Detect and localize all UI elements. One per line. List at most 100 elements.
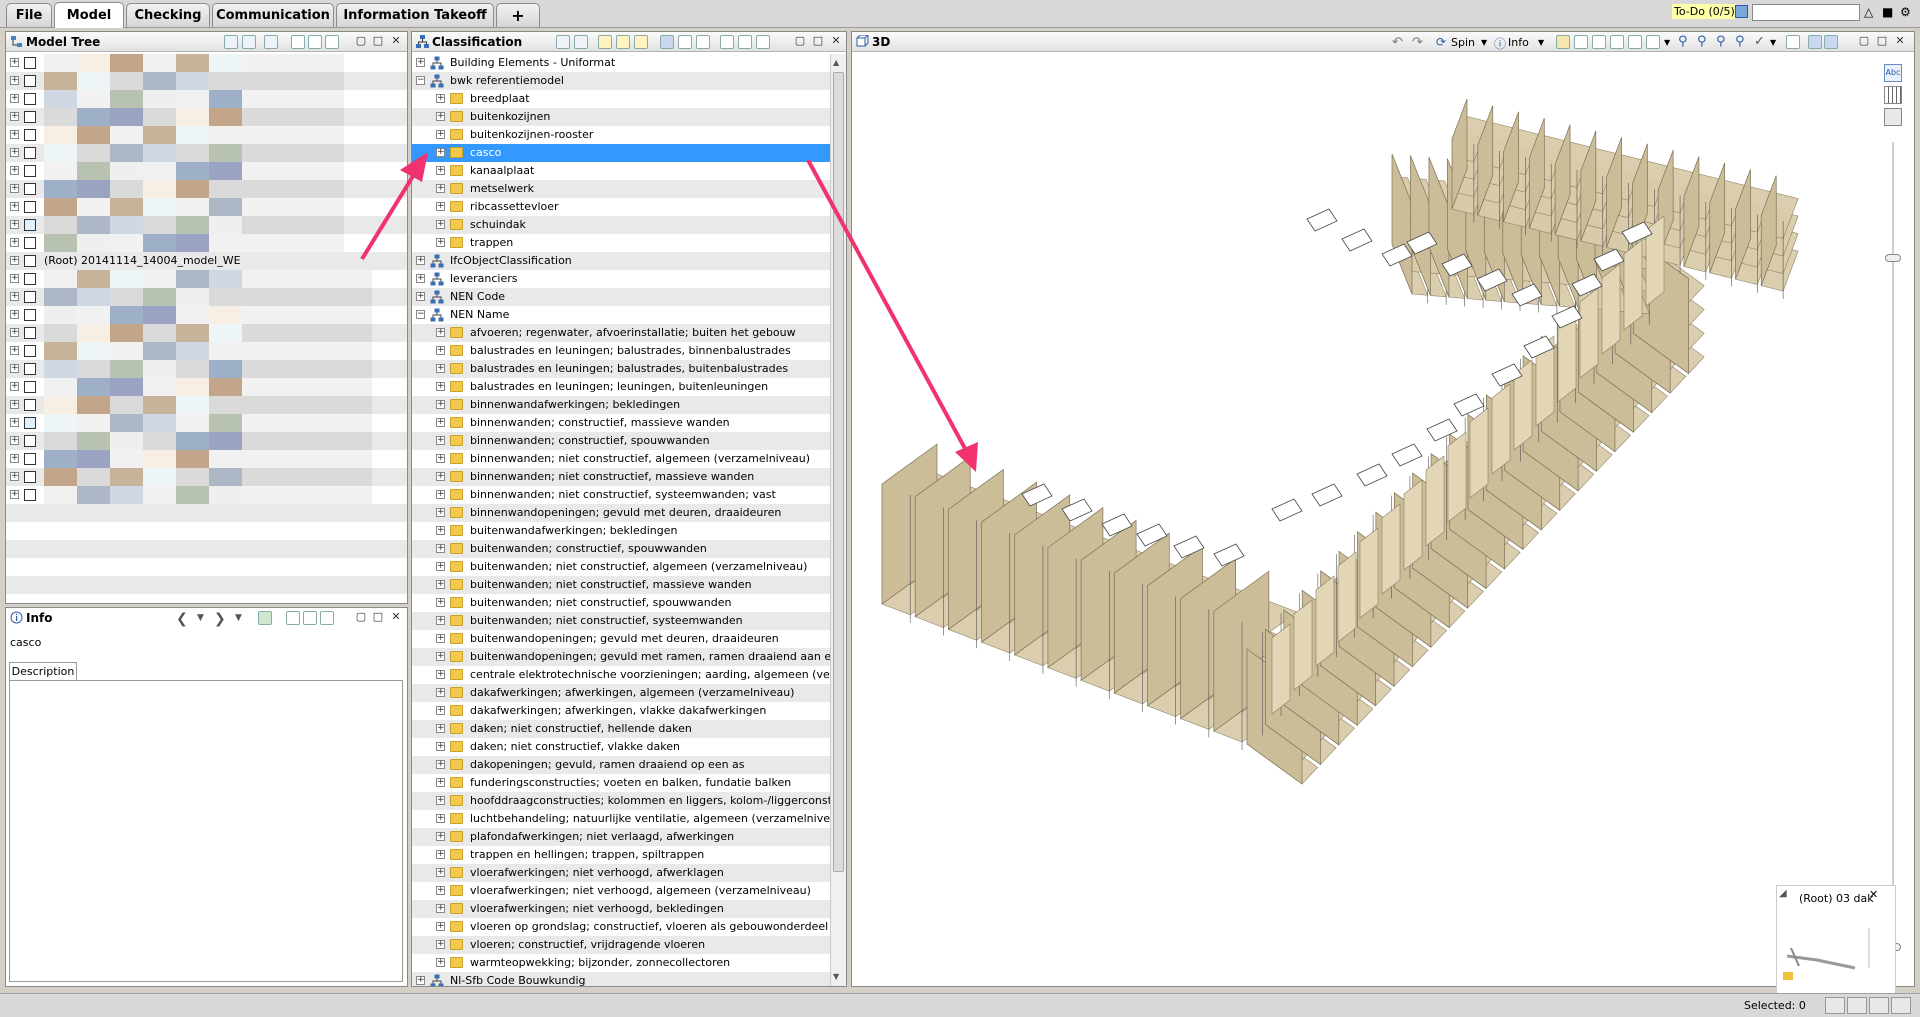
expand-toggle-icon[interactable]: + (10, 238, 19, 247)
tree-sort-icon[interactable] (242, 35, 256, 49)
open-folder-icon[interactable] (616, 35, 630, 49)
new-folder-icon[interactable] (598, 35, 612, 49)
classification-item[interactable]: + funderingsconstructies; voeten en balke… (412, 774, 830, 792)
model-tree-item[interactable]: + (6, 468, 407, 486)
model-tree-item[interactable]: + (6, 306, 407, 324)
collapse-icon[interactable] (325, 35, 339, 49)
zoom-slider-thumb[interactable] (1885, 254, 1901, 262)
cls-close-icon[interactable]: ✕ (830, 35, 842, 47)
classification-item[interactable]: + balustrades en leuningen; leuningen, bu… (412, 378, 830, 396)
info-collapse-icon[interactable] (303, 611, 317, 625)
expand-toggle-icon[interactable]: + (10, 328, 19, 337)
layer-icon[interactable] (1824, 35, 1838, 49)
expand-toggle-icon[interactable]: + (436, 328, 445, 337)
model-tree-item[interactable]: + (6, 90, 407, 108)
classification-item[interactable]: + casco (412, 144, 830, 162)
classification-item[interactable]: + buitenkozijnen (412, 108, 830, 126)
model-tree-item[interactable]: + (6, 144, 407, 162)
classification-item[interactable]: + vloeren op grondslag; constructief, vlo… (412, 918, 830, 936)
expand-toggle-icon[interactable]: + (436, 904, 445, 913)
expand-toggle-icon[interactable]: + (10, 418, 19, 427)
classification-item[interactable]: + buitenwandopeningen; gevuld met deuren,… (412, 630, 830, 648)
model-tree-item[interactable]: + (6, 378, 407, 396)
top-search-input[interactable] (1752, 4, 1860, 21)
info-dropdown[interactable]: Info (1508, 36, 1529, 49)
expand-toggle-icon[interactable]: + (10, 130, 19, 139)
cls-expand-icon[interactable] (720, 35, 734, 49)
classification-scrollbar[interactable]: ▲ ▼ (830, 54, 846, 986)
model-tree-item[interactable]: + (6, 324, 407, 342)
info-maximize-icon[interactable]: □ (372, 611, 384, 623)
expand-toggle-icon[interactable]: + (10, 112, 19, 121)
expand-toggle-icon[interactable]: + (10, 472, 19, 481)
classification-group[interactable]: − NEN Name (412, 306, 830, 324)
scroll-thumb[interactable] (833, 72, 844, 872)
classification-group[interactable]: + Building Elements - Uniformat (412, 54, 830, 72)
expand-all-icon[interactable] (291, 35, 305, 49)
todo-button[interactable]: To-Do (0/5) (1672, 4, 1737, 19)
close-icon[interactable]: ✕ (390, 35, 402, 47)
classification-item[interactable]: + binnenwanden; niet constructief, systee… (412, 486, 830, 504)
expand-toggle-icon[interactable]: + (436, 724, 445, 733)
expand-toggle-icon[interactable]: + (436, 886, 445, 895)
expand-toggle-icon[interactable]: + (10, 310, 19, 319)
settings-icon[interactable]: ⚙ (1900, 5, 1914, 19)
expand-toggle-icon[interactable]: + (10, 76, 19, 85)
classification-item[interactable]: + balustrades en leuningen; balustrades, … (412, 360, 830, 378)
cls-maximize-icon[interactable]: □ (812, 35, 824, 47)
classification-item[interactable]: + vloerafwerkingen; niet verhoogd, afwerk… (412, 864, 830, 882)
model-tree-item[interactable]: + (6, 270, 407, 288)
expand-toggle-icon[interactable]: + (436, 400, 445, 409)
classification-group[interactable]: + IfcObjectClassification (412, 252, 830, 270)
classification-item[interactable]: + afvoeren; regenwater, afvoerinstallatie… (412, 324, 830, 342)
empty-row[interactable] (6, 540, 407, 558)
expand-toggle-icon[interactable]: + (10, 364, 19, 373)
classification-item[interactable]: + daken; niet constructief, vlakke daken (412, 738, 830, 756)
forward-dropdown-icon[interactable]: ▼ (235, 613, 242, 623)
model-tree-item[interactable]: + (6, 288, 407, 306)
back-dropdown-icon[interactable]: ▼ (197, 613, 204, 623)
tab-communication[interactable]: Communication (212, 3, 334, 27)
classification-item[interactable]: + luchtbehandeling; natuurlijke ventilati… (412, 810, 830, 828)
model-tree-item[interactable]: + (6, 450, 407, 468)
todo-icon[interactable] (1735, 5, 1748, 18)
classification-group[interactable]: + NEN Code (412, 288, 830, 306)
expand-toggle-icon[interactable]: + (10, 400, 19, 409)
classification-item[interactable]: + vloeren; constructief, vrijdragende vlo… (412, 936, 830, 954)
classification-item[interactable]: + buitenwandopeningen; gevuld met ramen, … (412, 648, 830, 666)
classification-item[interactable]: + vloerafwerkingen; niet verhoogd, algeme… (412, 882, 830, 900)
empty-row[interactable] (6, 576, 407, 594)
folder-icon[interactable] (634, 35, 648, 49)
3d-maximize-icon[interactable]: □ (1876, 35, 1888, 47)
classification-item[interactable]: + buitenwanden; niet constructief, massie… (412, 576, 830, 594)
empty-row[interactable] (6, 504, 407, 522)
expand-toggle-icon[interactable]: + (436, 544, 445, 553)
info-restore-icon[interactable]: ▢ (355, 611, 367, 623)
empty-row[interactable] (6, 522, 407, 540)
classification-item[interactable]: + binnenwanden; constructief, massieve wa… (412, 414, 830, 432)
view-render-icon[interactable] (1646, 35, 1660, 49)
spin-chevron-icon[interactable]: ▼ (1481, 38, 1487, 47)
classification-item[interactable]: + buitenwanden; constructief, spouwwanden (412, 540, 830, 558)
info-mode-icon[interactable]: ⓘ (1494, 35, 1506, 52)
classification-item[interactable]: + binnenwandafwerkingen; bekledingen (412, 396, 830, 414)
info-list-icon[interactable] (320, 611, 334, 625)
model-tree-item[interactable]: + (6, 180, 407, 198)
classification-item[interactable]: + ribcassettevloer (412, 198, 830, 216)
view-box-icon[interactable] (1556, 35, 1570, 49)
expand-toggle-icon[interactable]: + (436, 940, 445, 949)
expand-toggle-icon[interactable]: + (436, 706, 445, 715)
expand-toggle-icon[interactable]: + (10, 292, 19, 301)
model-tree-item[interactable]: + (6, 216, 407, 234)
status-btn-3[interactable] (1869, 997, 1889, 1014)
expand-toggle-icon[interactable]: + (436, 760, 445, 769)
classification-item[interactable]: + daken; niet constructief, hellende dake… (412, 720, 830, 738)
expand-toggle-icon[interactable]: + (10, 454, 19, 463)
3d-close-icon[interactable]: ✕ (1894, 35, 1906, 47)
status-btn-1[interactable] (1825, 997, 1845, 1014)
classification-item[interactable]: + trappen (412, 234, 830, 252)
classification-item[interactable]: + kanaalplaat (412, 162, 830, 180)
tab-model[interactable]: Model (54, 2, 124, 28)
expand-toggle-icon[interactable]: + (436, 598, 445, 607)
expand-toggle-icon[interactable]: + (436, 850, 445, 859)
